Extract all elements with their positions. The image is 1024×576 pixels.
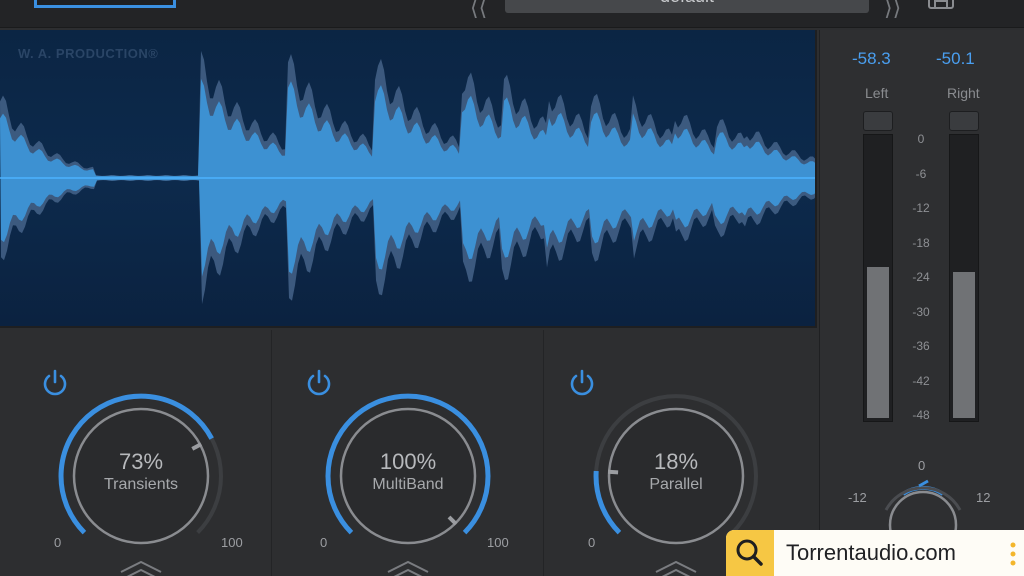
meter-scale-tick: -42	[912, 373, 930, 388]
meter-scale-tick: -6	[915, 166, 927, 181]
meter-scale-tick: -18	[912, 235, 930, 250]
header-bar: PUNCHER ⟨⟨ default ⟩⟩	[0, 0, 1024, 28]
parallel-power-icon[interactable]	[567, 368, 597, 398]
parallel-label: Parallel	[649, 476, 703, 493]
previous-preset-button[interactable]: ⟨⟨	[470, 0, 487, 21]
preset-selector[interactable]: default	[505, 0, 869, 13]
transients-max-label: 100	[221, 535, 243, 550]
left-clip-indicator[interactable]	[863, 111, 893, 131]
left-meter-value: -58.3	[852, 49, 891, 68]
right-clip-indicator[interactable]	[949, 111, 979, 131]
site-watermark-badge: Torrentaudio.com	[726, 530, 1024, 576]
multiband-label: MultiBand	[372, 476, 444, 493]
meter-scale-tick: -30	[912, 304, 930, 319]
search-icon	[736, 539, 763, 566]
meter-scale-tick: -48	[912, 408, 930, 422]
meter-scale-tick: -24	[912, 270, 930, 284]
right-level-fill	[953, 272, 975, 418]
right-meter-label: Right	[947, 85, 980, 101]
left-level-fill	[867, 267, 889, 418]
parallel-min-label: 0	[588, 535, 596, 550]
level-meter-panel: -58.3 -50.1 Left Right 0 -6 -12 -18 -24 -30 -3…	[819, 30, 1024, 576]
output-max-label: 12	[976, 490, 991, 505]
output-min-label: -12	[848, 490, 867, 505]
waveform-graph	[0, 50, 815, 305]
parallel-expand-chevron-icon[interactable]	[655, 560, 697, 576]
waveform-display: W. A. PRODUCTION®	[0, 30, 817, 328]
next-preset-button[interactable]: ⟩⟩	[884, 0, 901, 21]
brand-watermark: W. A. PRODUCTION®	[18, 46, 159, 61]
transients-label: Transients	[103, 476, 179, 493]
left-level-meter	[863, 134, 893, 422]
multiband-max-label: 100	[487, 535, 509, 550]
transients-expand-chevron-icon[interactable]	[120, 560, 162, 576]
multiband-min-label: 0	[320, 535, 328, 550]
meter-scale-tick: -12	[912, 201, 930, 215]
badge-site-name: Torrentaudio.com	[786, 540, 956, 565]
parallel-value: 18%	[653, 449, 699, 474]
transients-power-icon[interactable]	[40, 368, 70, 398]
more-options-icon	[1010, 542, 1016, 566]
meter-scale-tick: 0	[917, 132, 925, 146]
left-meter-label: Left	[865, 85, 889, 101]
right-meter-value: -50.1	[936, 49, 975, 68]
multiband-value: 100%	[379, 449, 437, 474]
badge-search-box	[726, 530, 774, 576]
transients-min-label: 0	[54, 535, 62, 550]
right-level-meter	[949, 134, 979, 422]
multiband-expand-chevron-icon[interactable]	[387, 560, 429, 576]
save-preset-icon[interactable]	[926, 0, 956, 10]
multiband-power-icon[interactable]	[304, 368, 334, 398]
plugin-logo: PUNCHER	[34, 0, 176, 8]
meter-scale-tick: -36	[912, 339, 930, 353]
transients-value: 73%	[118, 449, 164, 474]
plugin-window: PUNCHER ⟨⟨ default ⟩⟩ W. A. PRODUCTION® …	[0, 0, 1024, 576]
output-center-label: 0	[918, 458, 926, 473]
